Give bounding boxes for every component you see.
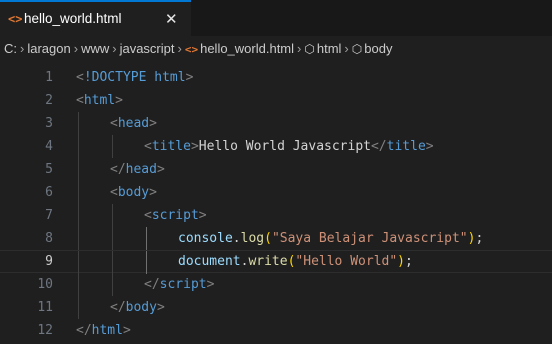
line-number: 12 <box>37 323 53 338</box>
line-number: 4 <box>45 139 53 154</box>
indent-guide <box>78 227 79 250</box>
line-number: 1 <box>45 70 53 85</box>
code-line[interactable]: 5 </head> <box>0 158 552 181</box>
code-text: </script> <box>144 277 215 292</box>
chevron-right-icon: › <box>20 41 25 56</box>
code-text: <!DOCTYPE html> <box>76 70 194 85</box>
line-number: 3 <box>45 116 53 131</box>
breadcrumb-laragon[interactable]: laragon <box>27 41 70 56</box>
breadcrumb-javascript[interactable]: javascript <box>120 41 175 56</box>
code-text: <script> <box>144 208 207 223</box>
code-text: <body> <box>110 185 157 200</box>
breadcrumb: C: › laragon › www › javascript › <> hello_world.… <box>0 36 552 62</box>
code-text: </head> <box>110 162 165 177</box>
code-line[interactable]: 4 <title>Hello World Javascript</title> <box>0 135 552 158</box>
indent-guide <box>112 227 113 250</box>
code-line[interactable]: 8 console.log("Saya Belajar Javascript"); <box>0 227 552 250</box>
indent-guide <box>78 204 79 227</box>
html-file-icon: <> <box>184 43 199 56</box>
line-number: 11 <box>37 300 53 315</box>
indent-guide <box>78 296 79 319</box>
code-line[interactable]: 2 <html> <box>0 89 552 112</box>
line-number: 7 <box>45 208 53 223</box>
indent-guide <box>78 112 79 135</box>
indent-guide <box>146 227 147 250</box>
code-line[interactable]: 11 </body> <box>0 296 552 319</box>
code-line[interactable]: 9 document.write("Hello World"); <box>0 250 552 274</box>
chevron-right-icon: › <box>112 41 117 56</box>
symbol-element-icon: ⬡ <box>351 42 363 56</box>
code-text: </html> <box>76 323 131 338</box>
code-line[interactable]: 3 <head> <box>0 112 552 135</box>
line-number: 6 <box>45 185 53 200</box>
indent-guide <box>112 204 113 227</box>
code-line[interactable]: 12 </html> <box>0 319 552 342</box>
indent-guide <box>112 251 113 274</box>
code-editor[interactable]: 1 <!DOCTYPE html> 2 <html> 3 <head> 4 <title>He… <box>0 62 552 344</box>
breadcrumb-file[interactable]: hello_world.html <box>200 41 294 56</box>
close-icon[interactable]: ✕ <box>165 10 178 28</box>
chevron-right-icon: › <box>73 41 79 56</box>
code-text: <html> <box>76 93 123 108</box>
line-number: 9 <box>45 254 53 269</box>
code-line[interactable]: 7 <script> <box>0 204 552 227</box>
indent-guide <box>78 251 79 274</box>
tab-label: hello_world.html <box>24 11 122 26</box>
html-file-icon: <> <box>8 12 23 26</box>
chevron-right-icon: › <box>344 41 349 56</box>
breadcrumb-www[interactable]: www <box>81 41 109 56</box>
tab-hello-world[interactable]: <> hello_world.html ✕ <box>0 0 191 36</box>
chevron-right-icon: › <box>177 41 182 56</box>
indent-guide <box>78 158 79 181</box>
line-number: 2 <box>45 93 53 108</box>
line-number: 10 <box>37 277 53 292</box>
line-number: 8 <box>45 231 53 246</box>
indent-guide <box>146 251 147 274</box>
code-line[interactable]: 6 <body> <box>0 181 552 204</box>
code-text: document.write("Hello World"); <box>178 254 413 269</box>
indent-guide <box>78 135 79 158</box>
code-line[interactable]: 1 <!DOCTYPE html> <box>0 66 552 89</box>
breadcrumb-body[interactable]: body <box>364 41 392 56</box>
code-line[interactable]: 10 </script> <box>0 273 552 296</box>
breadcrumb-html[interactable]: html <box>317 41 342 56</box>
code-text: </body> <box>110 300 165 315</box>
tab-bar: <> hello_world.html ✕ <box>0 0 552 36</box>
chevron-right-icon: › <box>297 41 302 56</box>
code-text: console.log("Saya Belajar Javascript"); <box>178 231 484 246</box>
indent-guide <box>78 181 79 204</box>
indent-guide <box>112 135 113 158</box>
code-text: <title>Hello World Javascript</title> <box>144 139 434 154</box>
breadcrumb-drive[interactable]: C: <box>4 41 17 56</box>
line-number: 5 <box>45 162 53 177</box>
indent-guide <box>78 273 79 296</box>
code-text: <head> <box>110 116 157 131</box>
indent-guide <box>112 273 113 296</box>
symbol-element-icon: ⬡ <box>304 42 315 56</box>
